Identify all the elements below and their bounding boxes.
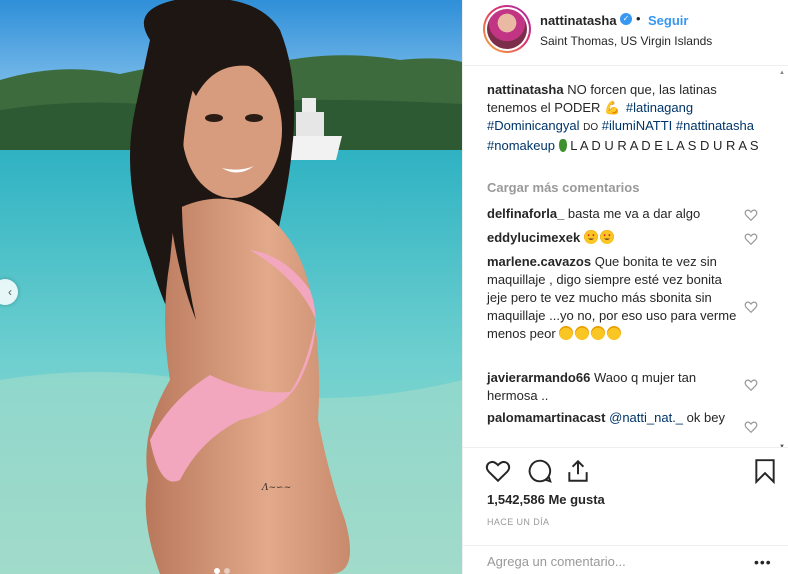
load-more-comments[interactable]: Cargar más comentarios	[487, 180, 639, 195]
comment-input[interactable]	[487, 554, 737, 569]
post-sidebar: nattinatasha ✓ • Seguir Saint Thomas, US…	[462, 0, 788, 574]
comment-text: ok bey	[686, 410, 725, 425]
more-options-icon[interactable]: •••	[754, 554, 772, 570]
comment: palomamartinacast @natti_nat._ ok bey	[487, 409, 737, 427]
caption: nattinatasha NO forcen que, las latinas …	[487, 81, 759, 155]
caption-text: DO	[583, 122, 599, 133]
comment-icon[interactable]	[527, 458, 553, 484]
comment: marlene.cavazos Que bonita te vez sin ma…	[487, 253, 737, 343]
like-icon[interactable]	[485, 458, 511, 484]
scroll-up-icon[interactable]: ▲	[779, 70, 785, 76]
bookmark-icon[interactable]	[752, 458, 778, 484]
heart-eyes-emoji	[599, 230, 614, 244]
comment-username[interactable]: javierarmando66	[487, 370, 590, 385]
comment: delfinaforla_ basta me va a dar algo	[487, 205, 737, 223]
avatar[interactable]	[483, 5, 531, 53]
like-comment-icon[interactable]	[744, 420, 758, 434]
muscle-emoji: 💪	[604, 100, 621, 115]
tattoo-text: Λ∼∽∼	[261, 483, 291, 493]
carousel-dot	[224, 568, 230, 574]
comment-mention[interactable]: @natti_nat._	[609, 410, 683, 425]
hashtag[interactable]: #Dominicangyal	[487, 118, 580, 133]
follow-button[interactable]: Seguir	[648, 13, 688, 28]
like-comment-icon[interactable]	[744, 232, 758, 246]
hashtag[interactable]: #latinagang	[626, 100, 693, 115]
carousel-dot	[214, 568, 220, 574]
comment-text: basta me va a dar algo	[567, 206, 701, 221]
post-photo[interactable]: Λ∼∽∼ ‹	[0, 0, 462, 574]
location-link[interactable]: Saint Thomas, US Virgin Islands	[540, 34, 712, 48]
add-comment-bar: •••	[463, 545, 788, 574]
comment: javierarmando66 Waoo q mujer tan hermosa…	[487, 369, 737, 405]
comments-scrollbar[interactable]: ▲ ▼	[779, 70, 787, 450]
carousel-dots	[214, 568, 230, 574]
likes-count[interactable]: 1,542,586 Me gusta	[487, 492, 605, 507]
caption-username[interactable]: nattinatasha	[487, 82, 564, 97]
hashtag[interactable]: #nattinatasha	[676, 118, 754, 133]
rofl-emoji	[607, 326, 622, 340]
post-actions: 1,542,586 Me gusta HACE UN DÍA •••	[463, 447, 788, 574]
post-header: nattinatasha ✓ • Seguir Saint Thomas, US…	[463, 0, 788, 66]
hashtag[interactable]: #nomakeup	[487, 138, 555, 153]
comment-username[interactable]: eddylucimexek	[487, 230, 580, 245]
laughing-emoji	[591, 326, 606, 340]
beach-photo: Λ∼∽∼	[0, 0, 462, 574]
verified-icon: ✓	[620, 13, 632, 25]
share-icon[interactable]	[565, 458, 591, 484]
post-timestamp[interactable]: HACE UN DÍA	[487, 517, 549, 527]
rofl-emoji	[575, 326, 590, 340]
like-comment-icon[interactable]	[744, 300, 758, 314]
comment-username[interactable]: delfinaforla_	[487, 206, 564, 221]
heart-eyes-emoji	[583, 230, 598, 244]
hashtag[interactable]: #ilumiNATTI	[602, 118, 673, 133]
like-comment-icon[interactable]	[744, 378, 758, 392]
header-username[interactable]: nattinatasha	[540, 13, 617, 28]
comment-username[interactable]: palomamartinacast	[487, 410, 606, 425]
like-comment-icon[interactable]	[744, 208, 758, 222]
comment: eddylucimexek	[487, 229, 737, 247]
caption-text: L A D U R A D E L A S D U R A S	[570, 138, 759, 153]
pepper-emoji	[558, 139, 567, 152]
laughing-emoji	[559, 326, 574, 340]
comment-username[interactable]: marlene.cavazos	[487, 254, 591, 269]
separator: •	[636, 11, 641, 26]
comments-list[interactable]: nattinatasha NO forcen que, las latinas …	[463, 67, 788, 447]
